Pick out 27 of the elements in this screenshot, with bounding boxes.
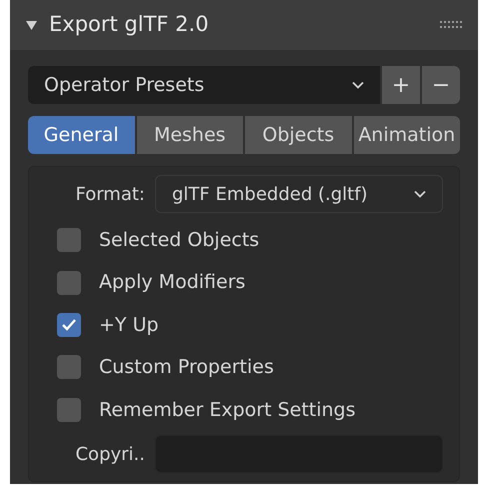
panel-title: Export glTF 2.0 xyxy=(49,11,210,38)
field-label: Copyri.. xyxy=(74,442,145,467)
checkbox-label: Apply Modifiers xyxy=(99,270,246,296)
field-label: Format: xyxy=(74,182,145,206)
checkmark-icon xyxy=(61,318,77,332)
panel-header[interactable]: Export glTF 2.0 xyxy=(10,0,478,50)
checkbox[interactable] xyxy=(57,355,81,380)
checkbox[interactable] xyxy=(57,228,81,252)
checkbox-label: Custom Properties xyxy=(99,355,274,380)
checkbox[interactable] xyxy=(57,398,81,422)
tab[interactable]: Objects xyxy=(245,116,352,154)
tab[interactable]: General xyxy=(28,116,134,154)
format-dropdown[interactable]: glTF Embedded (.gltf) xyxy=(155,175,443,213)
preset-dropdown[interactable]: Operator Presets xyxy=(28,66,380,104)
checkbox-label: +Y Up xyxy=(99,312,159,338)
add-preset-button[interactable]: + xyxy=(382,66,420,104)
drag-grip-icon[interactable] xyxy=(440,21,462,29)
chevron-down-icon xyxy=(352,81,364,89)
checkbox-label: Remember Export Settings xyxy=(99,398,356,423)
chevron-down-icon xyxy=(414,190,426,198)
remove-preset-button[interactable]: − xyxy=(422,66,460,104)
tab[interactable]: Animation xyxy=(354,116,460,154)
checkbox[interactable] xyxy=(57,270,81,295)
checkbox[interactable] xyxy=(57,313,81,338)
tab[interactable]: Meshes xyxy=(136,116,243,154)
expand-triangle-icon[interactable] xyxy=(26,20,37,30)
checkbox-label: Selected Objects xyxy=(99,228,260,253)
